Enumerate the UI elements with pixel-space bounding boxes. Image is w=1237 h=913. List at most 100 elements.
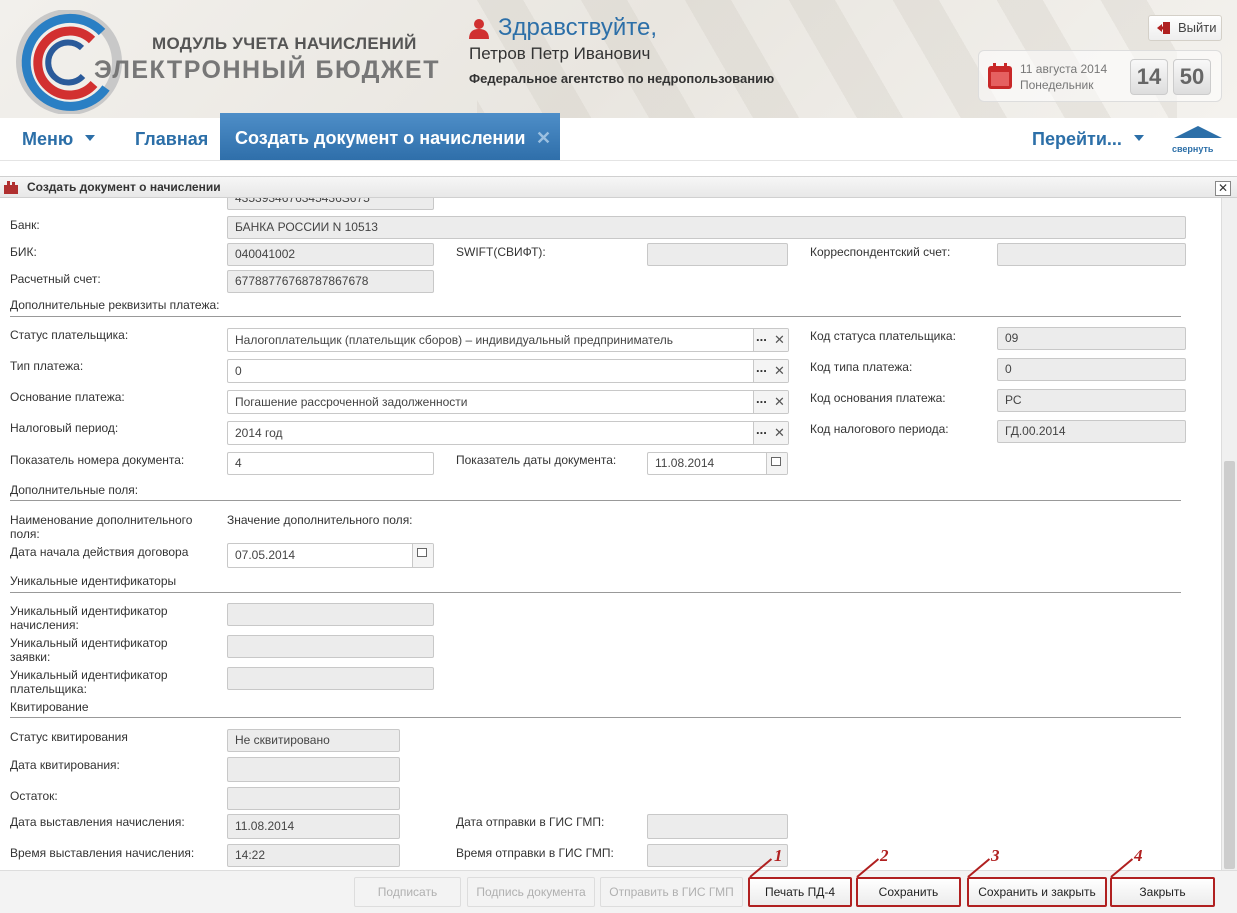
remainder-label: Остаток: <box>10 789 58 803</box>
clear-icon[interactable]: ✕ <box>774 422 785 444</box>
tax-period-code-label: Код налогового периода: <box>810 422 949 436</box>
document-icon <box>4 181 18 194</box>
tax-period-label: Налоговый период: <box>10 421 119 435</box>
logo-line2: ЭЛЕКТРОННЫЙ БЮДЖЕТ <box>94 56 440 84</box>
extra-fields-header: Дополнительные поля: <box>10 483 139 497</box>
calendar-icon[interactable] <box>766 453 787 474</box>
current-date: 11 августа 2014 <box>1020 62 1108 76</box>
doc-date-field[interactable]: 11.08.2014 <box>647 452 788 475</box>
payment-type-code-label: Код типа платежа: <box>810 360 913 374</box>
uid-payer-field <box>227 667 434 690</box>
account-field: 67788776768787867678 <box>227 270 434 293</box>
send-gis-button[interactable]: Отправить в ГИС ГМП <box>600 877 743 907</box>
calendar-icon[interactable] <box>412 544 433 567</box>
callout-1: 1 <box>774 846 783 865</box>
nav-home[interactable]: Главная <box>135 118 208 160</box>
gis-send-date-field <box>647 814 788 839</box>
payment-type-code-field: 0 <box>997 358 1186 381</box>
payer-status-label: Статус плательщика: <box>10 328 129 342</box>
tab-create-document[interactable]: Создать документ о начислении ✕ <box>220 113 560 160</box>
main-navigation: Меню Главная Перейти... <box>0 118 1237 161</box>
payment-type-value: 0 <box>235 364 242 378</box>
account-label: Расчетный счет: <box>10 272 101 286</box>
greeting: Здравствуйте, <box>498 14 658 41</box>
more-icon[interactable]: ... <box>756 422 767 441</box>
tax-period-field[interactable]: 2014 год ... ✕ <box>227 421 789 445</box>
swift-field <box>647 243 788 266</box>
logo-line1: МОДУЛЬ УЧЕТА НАЧИСЛЕНИЙ <box>152 34 417 53</box>
extra-name-label: Наименование дополнительного поля: <box>10 513 193 541</box>
scrollbar-thumb[interactable] <box>1224 461 1235 869</box>
payment-basis-code-field: РС <box>997 389 1186 412</box>
user-icon <box>469 19 489 39</box>
clear-icon[interactable]: ✕ <box>774 329 785 351</box>
issue-date-field: 11.08.2014 <box>227 814 400 839</box>
kvit-header: Квитирование <box>10 700 89 714</box>
payer-status-field[interactable]: Налогоплательщик (плательщик сборов) – и… <box>227 328 789 352</box>
section-divider <box>10 717 1181 718</box>
tab-label: Создать документ о начислении <box>235 128 526 148</box>
close-icon[interactable]: ✕ <box>536 113 551 163</box>
bik-label: БИК: <box>10 245 37 259</box>
collapse-button[interactable]: свернуть <box>1172 126 1224 156</box>
issue-time-field: 14:22 <box>227 844 400 867</box>
logout-label: Выйти <box>1178 20 1217 35</box>
payment-basis-value: Погашение рассроченной задолженности <box>235 395 468 409</box>
uid-payer-label: Уникальный идентификатор плательщика: <box>10 668 168 696</box>
gis-send-date-label: Дата отправки в ГИС ГМП: <box>456 815 605 829</box>
app-header: МОДУЛЬ УЧЕТА НАЧИСЛЕНИЙ ЭЛЕКТРОННЫЙ БЮДЖ… <box>0 0 1237 118</box>
doc-date-value: 11.08.2014 <box>655 456 715 470</box>
footer-toolbar: Подписать Подпись документа Отправить в … <box>0 870 1237 913</box>
contract-start-label: Дата начала действия договора <box>10 545 189 559</box>
contract-start-value: 07.05.2014 <box>235 548 296 562</box>
swift-label: SWIFT(СВИФТ): <box>456 245 546 259</box>
kvit-status-field: Не сквитировано <box>227 729 400 752</box>
close-button[interactable]: Закрыть <box>1110 877 1215 907</box>
logout-button[interactable]: Выйти <box>1148 15 1222 41</box>
contract-start-field[interactable]: 07.05.2014 <box>227 543 434 568</box>
kvit-status-label: Статус квитирования <box>10 730 128 744</box>
partial-field: 4353934676345436S675 <box>227 198 434 210</box>
sign-document-button[interactable]: Подпись документа <box>467 877 595 907</box>
payment-basis-field[interactable]: Погашение рассроченной задолженности ...… <box>227 390 789 414</box>
gis-send-time-label: Время отправки в ГИС ГМП: <box>456 846 614 860</box>
more-icon[interactable]: ... <box>756 391 767 410</box>
clear-icon[interactable]: ✕ <box>774 391 785 413</box>
payer-status-value: Налогоплательщик (плательщик сборов) – и… <box>235 333 673 347</box>
extra-payment-header: Дополнительные реквизиты платежа: <box>10 298 220 312</box>
collapse-icon <box>1174 126 1222 138</box>
uid-header: Уникальные идентификаторы <box>10 574 177 588</box>
save-close-button[interactable]: Сохранить и закрыть <box>967 877 1107 907</box>
user-name: Петров Петр Иванович <box>469 44 651 63</box>
panel-close-button[interactable]: ✕ <box>1215 181 1231 196</box>
clock-hours: 14 <box>1130 59 1168 95</box>
issue-date-label: Дата выставления начисления: <box>10 815 185 829</box>
payer-status-code-label: Код статуса плательщика: <box>810 329 956 343</box>
save-button[interactable]: Сохранить <box>856 877 961 907</box>
more-icon[interactable]: ... <box>756 360 767 379</box>
uid-charge-label: Уникальный идентификатор начисления: <box>10 604 168 632</box>
clear-icon[interactable]: ✕ <box>774 360 785 382</box>
clock-minutes: 50 <box>1173 59 1211 95</box>
more-icon[interactable]: ... <box>756 329 767 348</box>
print-pd4-button[interactable]: Печать ПД-4 <box>748 877 852 907</box>
form-scrollbar[interactable] <box>1221 198 1237 870</box>
extra-value-label: Значение дополнительного поля: <box>227 513 413 527</box>
current-weekday: Понедельник <box>1020 78 1094 92</box>
tax-period-value: 2014 год <box>235 426 283 440</box>
payment-type-field[interactable]: 0 ... ✕ <box>227 359 789 383</box>
section-divider <box>10 500 1181 501</box>
section-divider <box>10 592 1181 593</box>
bik-field: 040041002 <box>227 243 434 266</box>
nav-goto[interactable]: Перейти... <box>1032 118 1144 160</box>
callout-3: 3 <box>991 846 1000 865</box>
payment-basis-code-label: Код основания платежа: <box>810 391 946 405</box>
nav-menu[interactable]: Меню <box>22 118 96 160</box>
nav-goto-label: Перейти... <box>1032 129 1122 149</box>
bank-label: Банк: <box>10 218 40 232</box>
nav-menu-label: Меню <box>22 129 74 149</box>
section-divider <box>10 316 1181 317</box>
doc-number-field[interactable]: 4 <box>227 452 434 475</box>
sign-button[interactable]: Подписать <box>354 877 461 907</box>
panel-title-bar: Создать документ о начислении <box>0 176 1237 198</box>
